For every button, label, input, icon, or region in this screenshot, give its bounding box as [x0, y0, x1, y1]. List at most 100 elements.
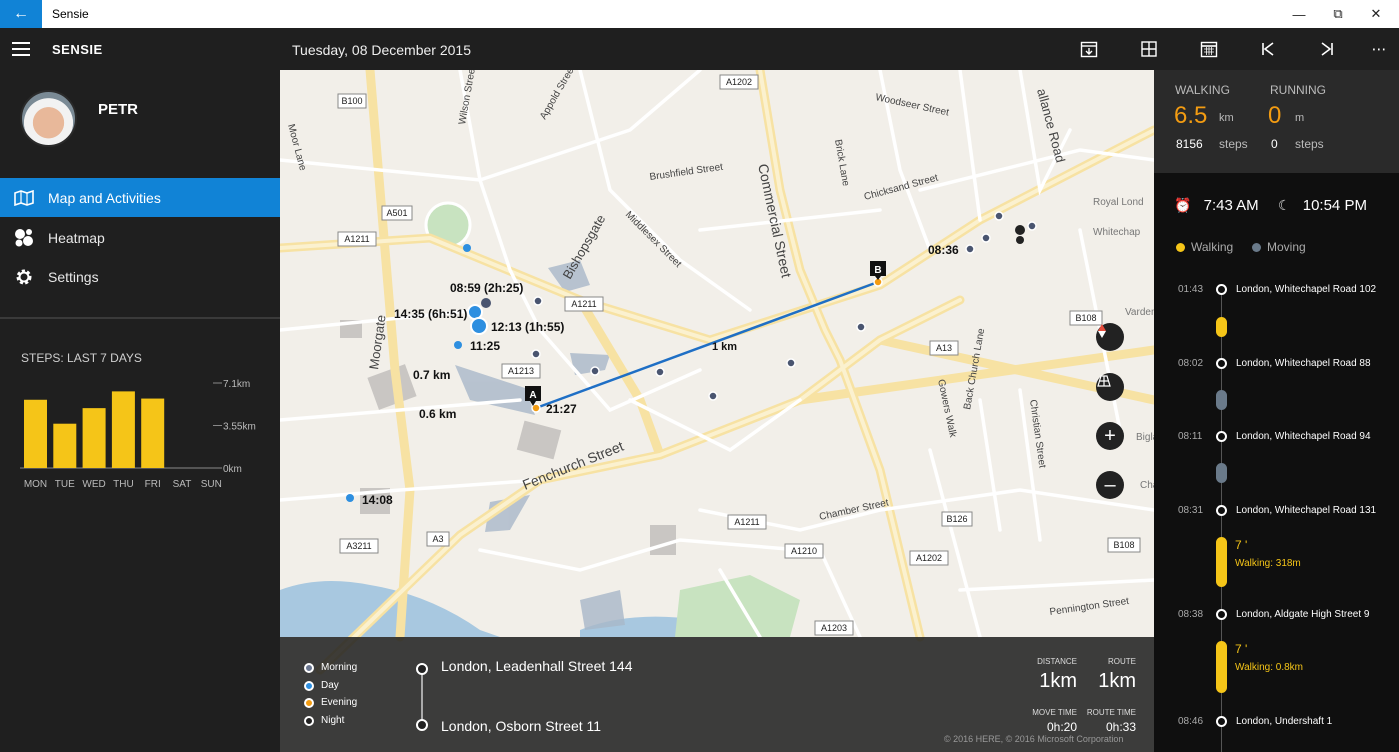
moon-icon: ☾ — [1278, 197, 1291, 213]
sleep-time: 10:54 PM — [1302, 197, 1367, 214]
route-from-address: London, Leadenhall Street 144 — [441, 658, 633, 674]
activity-summary: WALKING 6.5 km 8156 steps RUNNING 0 m 0 … — [1154, 70, 1399, 173]
map-distance-label: 0.7 km — [413, 368, 450, 382]
steps-day-label: WED — [82, 479, 105, 490]
more-options-icon[interactable]: ⋯ — [1368, 38, 1390, 60]
timeline-node — [1216, 716, 1227, 727]
previous-day-icon[interactable] — [1257, 38, 1279, 60]
walking-steps-label: steps — [1219, 137, 1248, 151]
steps-bar — [24, 399, 47, 468]
road-label: B100 — [341, 96, 362, 106]
steps-tick-label: 3.55km — [223, 422, 256, 433]
route-to-address: London, Osborn Street 11 — [441, 718, 602, 734]
route-time-label: ROUTE TIME — [1086, 708, 1136, 717]
timeline-place[interactable]: London, Whitechapel Road 102 — [1236, 284, 1376, 295]
legend-morning: Morning — [304, 662, 357, 673]
nav-item-map-and-activities[interactable]: Map and Activities — [0, 178, 280, 217]
walk-distance: Walking: 0.8km — [1235, 662, 1303, 673]
sleep-time-row: ☾ 10:54 PM — [1278, 197, 1367, 214]
app-name: SENSIE — [52, 42, 103, 57]
timeline-time: 08:46 — [1178, 716, 1204, 727]
marker-b[interactable]: B — [870, 261, 886, 280]
key-walking: Walking — [1176, 240, 1233, 254]
steps-tick-label: 7.1km — [223, 379, 250, 390]
road-label: A1210 — [791, 546, 817, 556]
running-steps: 0 — [1271, 137, 1278, 151]
steps-bar — [82, 408, 106, 468]
timeline-move-bar[interactable] — [1216, 390, 1227, 410]
calendar-icon[interactable] — [1198, 38, 1220, 60]
timeline-walk-bar[interactable] — [1216, 537, 1227, 587]
gear-icon — [0, 267, 48, 287]
compass-button[interactable] — [1096, 323, 1124, 351]
legend-day: Day — [304, 680, 339, 691]
map-time-label: 14:35 (6h:51) — [394, 307, 467, 321]
distance-value: 1km — [1039, 670, 1077, 692]
map-layers-icon — [1097, 375, 1111, 387]
steps-day-label: MON — [24, 479, 47, 490]
road-label: B108 — [1113, 540, 1134, 550]
sidebar-divider — [0, 317, 280, 319]
wake-time: 7:43 AM — [1203, 197, 1259, 214]
road-label: A1211 — [571, 299, 596, 309]
legend-evening: Evening — [304, 697, 357, 708]
steps-day-label: FRI — [145, 479, 161, 490]
close-button[interactable]: ✕ — [1353, 0, 1399, 28]
route-value: 1km — [1098, 670, 1136, 692]
walking-value: 6.5 — [1174, 102, 1208, 129]
timeline-place[interactable]: London, Whitechapel Road 88 — [1236, 358, 1371, 369]
timeline-walk-bar[interactable] — [1216, 317, 1227, 337]
road-label: A1213 — [508, 366, 534, 376]
map-style-button[interactable] — [1096, 373, 1124, 401]
walk-distance: Walking: 318m — [1235, 558, 1301, 569]
timeline-place[interactable]: London, Whitechapel Road 131 — [1236, 505, 1376, 516]
nav-item-label: Heatmap — [48, 229, 105, 246]
grid-view-icon[interactable] — [1138, 38, 1160, 60]
timeline-place[interactable]: London, Whitechapel Road 94 — [1236, 431, 1371, 442]
avatar[interactable] — [20, 90, 77, 147]
zoom-in-button[interactable]: + — [1096, 422, 1124, 450]
road-label: A1202 — [916, 553, 942, 563]
map-time-label: 12:13 (1h:55) — [491, 320, 564, 334]
map-time-label: 21:27 — [546, 402, 577, 416]
road-label: A1202 — [726, 77, 752, 87]
timeline-place[interactable]: London, Aldgate High Street 9 — [1236, 609, 1369, 620]
route-distance-label: 1 km — [712, 341, 737, 353]
nav-item-heatmap[interactable]: Heatmap — [0, 218, 280, 257]
steps-bar — [111, 391, 135, 468]
steps-day-label: THU — [113, 479, 134, 490]
svg-text:Varden: Varden — [1125, 307, 1154, 318]
svg-text:Royal Lond: Royal Lond — [1093, 197, 1144, 208]
route-start-node — [416, 663, 428, 675]
map-view[interactable]: A1202 B100 A501 A1211 A1211 A1213 A13 B1… — [280, 70, 1154, 752]
timeline-place[interactable]: London, Undershaft 1 — [1236, 716, 1332, 727]
road-label: A3 — [432, 534, 443, 544]
route-label: ROUTE — [1108, 657, 1136, 666]
walking-steps: 8156 — [1176, 137, 1203, 151]
route-connector — [421, 671, 423, 725]
map-time-label: 11:25 — [470, 339, 500, 353]
svg-text:Moor Lane: Moor Lane — [285, 123, 308, 172]
route-time-value: 0h:33 — [1105, 720, 1136, 734]
back-button[interactable]: ← — [0, 0, 42, 28]
timeline-node — [1216, 431, 1227, 442]
compass-icon — [1098, 324, 1106, 338]
hamburger-menu-icon[interactable] — [12, 42, 30, 56]
road-label: B126 — [946, 514, 967, 524]
svg-text:Back Church Lane: Back Church Lane — [962, 327, 987, 410]
timeline-walk-bar[interactable] — [1216, 641, 1227, 693]
zoom-out-button[interactable]: – — [1096, 471, 1124, 499]
svg-text:B: B — [874, 265, 881, 276]
steps-tick-label: 0km — [223, 464, 242, 475]
timeline-node — [1216, 609, 1227, 620]
svg-text:Gowers Walk: Gowers Walk — [935, 378, 958, 439]
calendar-today-icon[interactable] — [1078, 38, 1100, 60]
steps-day-label: SUN — [201, 479, 222, 490]
minus-icon: – — [1104, 473, 1116, 496]
nav-item-label: Settings — [48, 268, 99, 285]
next-day-icon[interactable] — [1316, 38, 1338, 60]
window-title: Sensie — [52, 7, 89, 21]
running-label: RUNNING — [1270, 83, 1326, 97]
timeline-move-bar[interactable] — [1216, 463, 1227, 483]
nav-item-settings[interactable]: Settings — [0, 257, 280, 296]
